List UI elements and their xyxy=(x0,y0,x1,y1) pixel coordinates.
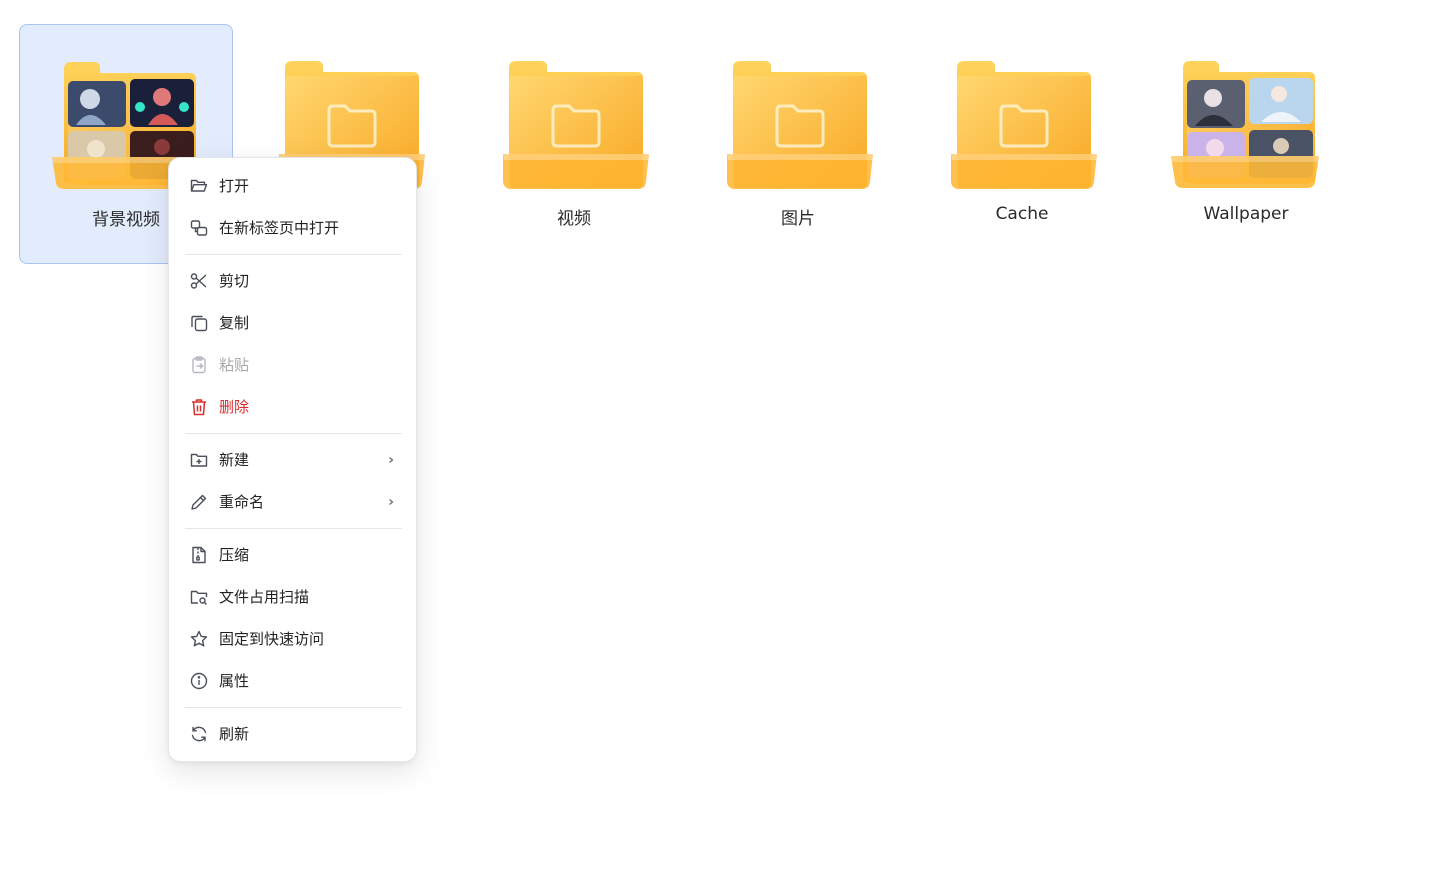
star-icon xyxy=(189,629,209,649)
menu-item-label: 粘贴 xyxy=(219,356,250,374)
chevron-right-icon xyxy=(389,499,394,505)
menu-item-label: 剪切 xyxy=(219,272,250,290)
pencil-icon xyxy=(189,492,209,512)
menu-item-refresh[interactable]: 刷新 xyxy=(177,714,408,754)
new-tab-icon xyxy=(189,218,209,238)
menu-item-paste[interactable]: 粘贴 xyxy=(177,345,408,385)
menu-divider xyxy=(185,528,402,529)
folder-search-icon xyxy=(189,587,209,607)
menu-item-label: 新建 xyxy=(219,451,250,469)
menu-item-open-new-tab[interactable]: 在新标签页中打开 xyxy=(177,208,408,248)
menu-item-rename[interactable]: 重命名 xyxy=(177,482,408,522)
menu-item-copy[interactable]: 复制 xyxy=(177,303,408,343)
folder-tile[interactable]: 视频 xyxy=(467,24,681,264)
folder-name: 视频 xyxy=(557,209,591,229)
folder-thumbnail-collage-icon xyxy=(1171,61,1319,188)
folder-plus-icon xyxy=(189,450,209,470)
menu-item-label: 属性 xyxy=(219,672,250,690)
chevron-right-icon xyxy=(389,457,394,463)
folder-icon xyxy=(503,61,649,189)
scissors-icon xyxy=(189,271,209,291)
folder-tile[interactable]: Cache xyxy=(915,24,1129,264)
context-menu: 打开 在新标签页中打开 剪切 复制 粘贴 删除 新建 重命名 压缩 文件占用扫描… xyxy=(168,157,417,762)
menu-item-open[interactable]: 打开 xyxy=(177,166,408,206)
menu-divider xyxy=(185,254,402,255)
folder-open-icon xyxy=(189,176,209,196)
folder-tile[interactable]: 图片 xyxy=(691,24,905,264)
trash-icon xyxy=(189,397,209,417)
folder-name: Wallpaper xyxy=(1203,204,1289,224)
menu-divider xyxy=(185,433,402,434)
menu-item-label: 刷新 xyxy=(219,725,250,743)
file-zip-icon xyxy=(189,545,209,565)
menu-item-label: 复制 xyxy=(219,314,250,332)
folder-icon xyxy=(727,61,873,189)
menu-item-label: 打开 xyxy=(219,177,250,195)
folder-icon xyxy=(951,61,1097,189)
folder-name: 图片 xyxy=(781,209,815,229)
menu-item-label: 压缩 xyxy=(219,546,250,564)
menu-item-new[interactable]: 新建 xyxy=(177,440,408,480)
menu-item-label: 在新标签页中打开 xyxy=(219,219,340,237)
menu-item-delete[interactable]: 删除 xyxy=(177,387,408,427)
info-icon xyxy=(189,671,209,691)
menu-item-cut[interactable]: 剪切 xyxy=(177,261,408,301)
menu-item-label: 文件占用扫描 xyxy=(219,588,310,606)
menu-item-file-usage-scan[interactable]: 文件占用扫描 xyxy=(177,577,408,617)
folder-tile[interactable]: Wallpaper xyxy=(1139,24,1353,264)
menu-item-label: 重命名 xyxy=(219,493,265,511)
copy-icon xyxy=(189,313,209,333)
menu-item-properties[interactable]: 属性 xyxy=(177,661,408,701)
clipboard-icon xyxy=(189,355,209,375)
menu-item-pin-quick-access[interactable]: 固定到快速访问 xyxy=(177,619,408,659)
menu-item-label: 删除 xyxy=(219,398,250,416)
refresh-icon xyxy=(189,724,209,744)
folder-name: Cache xyxy=(995,204,1049,224)
menu-divider xyxy=(185,707,402,708)
menu-item-label: 固定到快速访问 xyxy=(219,630,325,648)
menu-item-compress[interactable]: 压缩 xyxy=(177,535,408,575)
